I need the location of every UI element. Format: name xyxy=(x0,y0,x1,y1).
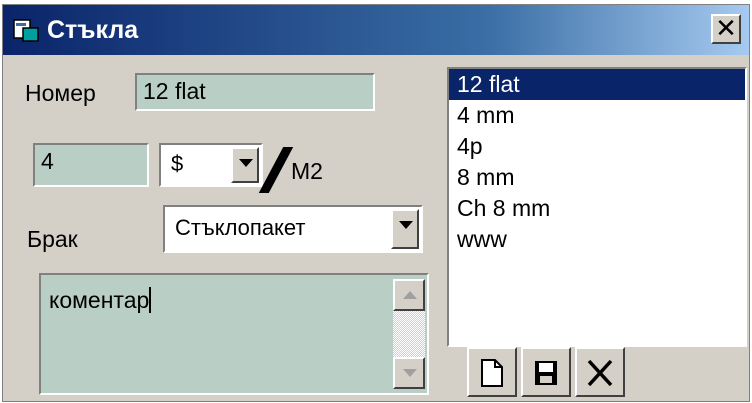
list-item[interactable]: Ch 8 mm xyxy=(449,193,745,224)
comment-textarea[interactable]: коментар xyxy=(39,273,429,395)
number-label: Номер xyxy=(25,80,96,106)
list-item[interactable]: 4p xyxy=(449,131,745,162)
delete-x-icon xyxy=(587,359,613,387)
comment-text: коментар xyxy=(49,287,150,313)
quantity-field[interactable]: 4 xyxy=(33,143,149,187)
number-field[interactable]: 12 flat xyxy=(135,73,375,111)
title-bar[interactable]: Стъкла ✕ xyxy=(3,5,749,55)
chevron-down-icon[interactable] xyxy=(231,147,259,183)
list-item[interactable]: 4 mm xyxy=(449,100,745,131)
currency-value: $ xyxy=(171,151,184,176)
window-title: Стъкла xyxy=(47,16,139,44)
list-item[interactable]: 12 flat xyxy=(449,69,745,100)
app-icon xyxy=(13,19,39,42)
per-slash-divider xyxy=(258,147,294,193)
text-caret xyxy=(149,287,152,313)
list-item[interactable]: 8 mm xyxy=(449,162,745,193)
delete-button[interactable] xyxy=(575,347,625,397)
chevron-down-icon[interactable] xyxy=(391,209,419,249)
close-button[interactable]: ✕ xyxy=(711,14,741,44)
save-button[interactable] xyxy=(521,347,571,397)
scroll-up-icon[interactable] xyxy=(393,279,425,311)
scroll-down-icon[interactable] xyxy=(393,357,425,389)
save-disk-icon xyxy=(535,361,557,385)
defect-value: Стъклопакет xyxy=(175,215,306,240)
unit-label: М2 xyxy=(291,158,323,184)
currency-select[interactable]: $ xyxy=(159,143,263,187)
glass-listbox[interactable]: 12 flat 4 mm 4p 8 mm Ch 8 mm www xyxy=(447,67,747,347)
defect-label: Брак xyxy=(27,226,78,252)
defect-select[interactable]: Стъклопакет xyxy=(163,205,423,253)
new-document-icon xyxy=(481,359,503,387)
glass-window: Стъкла ✕ Номер 12 flat 4 $ М2 Брак Стъкл… xyxy=(2,4,750,402)
new-button[interactable] xyxy=(467,347,517,397)
comment-scrollbar[interactable] xyxy=(393,279,425,389)
comment-text-wrap: коментар xyxy=(49,287,152,314)
list-item[interactable]: www xyxy=(449,224,745,255)
